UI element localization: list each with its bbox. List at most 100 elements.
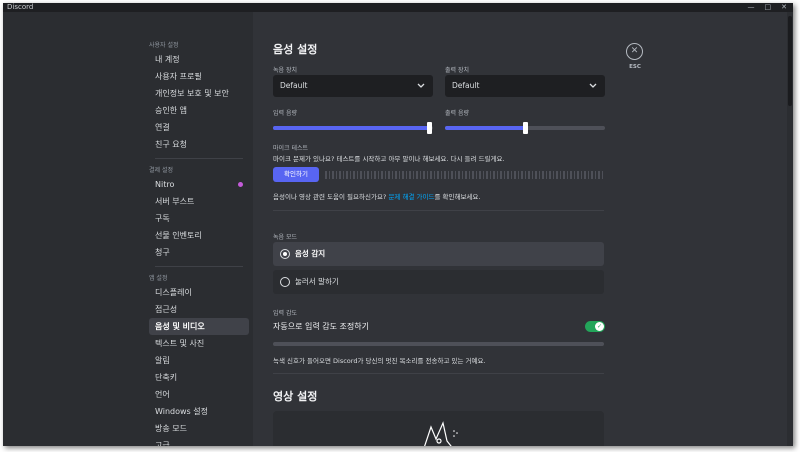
- meter-bar: [542, 171, 544, 179]
- sidebar-item-my-account[interactable]: 내 계정: [149, 51, 249, 68]
- meter-bar: [486, 171, 488, 179]
- meter-bar: [472, 171, 474, 179]
- auto-sensitivity-toggle[interactable]: ✓: [585, 321, 605, 332]
- input-volume-knob[interactable]: [427, 122, 433, 134]
- sidebar-item-subscriptions[interactable]: 구독: [149, 210, 249, 227]
- sidebar-item-friend-requests[interactable]: 친구 요청: [149, 136, 249, 153]
- sidebar-item-privacy[interactable]: 개인정보 보호 및 보안: [149, 85, 249, 102]
- voice-settings-title: 음성 설정: [273, 43, 318, 56]
- input-volume-label: 입력 음량: [273, 110, 297, 117]
- radio-label: 음성 감지: [295, 249, 326, 258]
- nitro-icon: [238, 182, 243, 187]
- meter-bar: [370, 171, 372, 179]
- output-volume-knob[interactable]: [522, 122, 528, 134]
- window-controls: — □ ✕: [748, 3, 788, 12]
- meter-bar: [388, 171, 390, 179]
- scrollbar-thumb[interactable]: [788, 16, 792, 106]
- meter-bar: [409, 171, 411, 179]
- meter-bar: [402, 171, 404, 179]
- sidebar-item-accessibility[interactable]: 접근성: [149, 301, 249, 318]
- meter-bar: [475, 171, 477, 179]
- settings-sidebar: 사용자 설정 내 계정 사용자 프로필 개인정보 보호 및 보안 승인한 앱 연…: [3, 12, 253, 446]
- meter-bar: [577, 171, 579, 179]
- radio-push-to-talk[interactable]: 눌러서 말하기: [273, 270, 604, 294]
- meter-bar: [332, 171, 334, 179]
- input-device-value: Default: [280, 81, 308, 90]
- close-icon[interactable]: ✕: [626, 43, 643, 60]
- meter-bar: [566, 171, 568, 179]
- sensitivity-note: 녹색 신호가 들어오면 Discord가 당신의 멋진 목소리를 전송하고 있는…: [273, 357, 486, 365]
- maximize-button[interactable]: □: [765, 3, 772, 12]
- sidebar-item-windows-settings[interactable]: Windows 설정: [149, 403, 249, 420]
- sidebar-header-app-settings: 앱 설정: [149, 275, 168, 282]
- close-settings[interactable]: ✕ ESC: [626, 43, 644, 70]
- meter-bar: [594, 171, 596, 179]
- sidebar-item-authorized-apps[interactable]: 승인한 앱: [149, 102, 249, 119]
- close-window-button[interactable]: ✕: [781, 3, 787, 12]
- sidebar-item-billing[interactable]: 청구: [149, 244, 249, 261]
- meter-bar: [587, 171, 589, 179]
- help-prefix: 음성이나 영상 관련 도움이 필요하신가요?: [273, 193, 389, 201]
- meter-bar: [496, 171, 498, 179]
- sidebar-item-connections[interactable]: 연결: [149, 119, 249, 136]
- sidebar-item-appearance[interactable]: 디스플레이: [149, 284, 249, 301]
- output-volume-slider[interactable]: [445, 122, 605, 134]
- meter-bar: [430, 171, 432, 179]
- meter-bar: [549, 171, 551, 179]
- meter-bar: [451, 171, 453, 179]
- sidebar-item-profile[interactable]: 사용자 프로필: [149, 68, 249, 85]
- input-device-select[interactable]: Default: [273, 75, 433, 97]
- sidebar-item-streamer-mode[interactable]: 방송 모드: [149, 420, 249, 437]
- meter-bar: [563, 171, 565, 179]
- meter-bar: [479, 171, 481, 179]
- mic-test-meter: [325, 171, 605, 179]
- meter-bar: [507, 171, 509, 179]
- meter-bar: [335, 171, 337, 179]
- mic-test-button[interactable]: 확인하기: [273, 167, 319, 182]
- sidebar-item-voice-video[interactable]: 음성 및 비디오: [149, 318, 249, 335]
- meter-bar: [468, 171, 470, 179]
- meter-bar: [570, 171, 572, 179]
- meter-bar: [342, 171, 344, 179]
- sidebar-item-nitro[interactable]: Nitro: [149, 176, 249, 193]
- meter-bar: [395, 171, 397, 179]
- meter-bar: [500, 171, 502, 179]
- meter-bar: [489, 171, 491, 179]
- sidebar-item-server-boost[interactable]: 서버 부스트: [149, 193, 249, 210]
- mic-test-label: 마이크 테스트: [273, 145, 309, 152]
- sidebar-divider: [155, 158, 243, 159]
- meter-bar: [328, 171, 330, 179]
- meter-bar: [521, 171, 523, 179]
- meter-bar: [584, 171, 586, 179]
- sidebar-item-keybinds[interactable]: 단축키: [149, 369, 249, 386]
- discord-window: Discord — □ ✕ 사용자 설정 내 계정 사용자 프로필 개인정보 보…: [3, 3, 793, 446]
- meter-bar: [419, 171, 421, 179]
- sidebar-item-text-images[interactable]: 텍스트 및 사진: [149, 335, 249, 352]
- meter-bar: [514, 171, 516, 179]
- meter-bar: [398, 171, 400, 179]
- meter-bar: [493, 171, 495, 179]
- content-scrollbar[interactable]: [787, 12, 793, 446]
- radio-label: 눌러서 말하기: [295, 277, 339, 286]
- sidebar-item-gift-inventory[interactable]: 선물 인벤토리: [149, 227, 249, 244]
- troubleshooting-link[interactable]: 문제 해결 가이드: [388, 193, 434, 201]
- output-device-select[interactable]: Default: [445, 75, 605, 97]
- meter-bar: [349, 171, 351, 179]
- sensitivity-meter: [273, 342, 604, 346]
- meter-bar: [458, 171, 460, 179]
- meter-bar: [353, 171, 355, 179]
- minimize-button[interactable]: —: [748, 3, 755, 12]
- meter-bar: [454, 171, 456, 179]
- sidebar-list: 사용자 설정 내 계정 사용자 프로필 개인정보 보호 및 보안 승인한 앱 연…: [149, 40, 249, 446]
- sidebar-item-notifications[interactable]: 알림: [149, 352, 249, 369]
- sidebar-item-language[interactable]: 언어: [149, 386, 249, 403]
- sidebar-item-advanced[interactable]: 고급: [149, 437, 249, 446]
- input-volume-slider[interactable]: [273, 122, 433, 134]
- meter-bar: [601, 171, 603, 179]
- radio-voice-activity[interactable]: 음성 감지: [273, 242, 604, 266]
- mic-test-description: 마이크 문제가 있나요? 테스트를 시작하고 아무 말이나 해보세요. 다시 들…: [273, 155, 505, 163]
- check-icon: ✓: [595, 322, 604, 331]
- meter-bar: [580, 171, 582, 179]
- meter-bar: [384, 171, 386, 179]
- meter-bar: [346, 171, 348, 179]
